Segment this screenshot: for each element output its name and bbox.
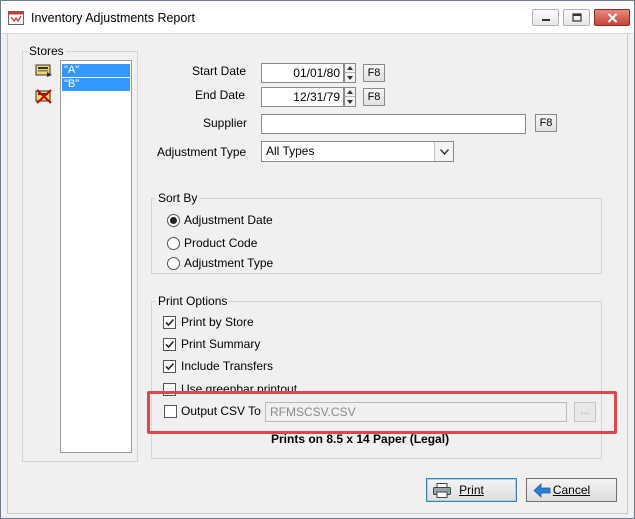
close-icon	[607, 12, 617, 23]
sort-by-legend: Sort By	[158, 191, 198, 205]
paper-size-note: Prints on 8.5 x 14 Paper (Legal)	[271, 432, 450, 446]
end-date-field[interactable]: 12/31/79	[261, 87, 344, 107]
spin-up-icon[interactable]	[345, 88, 355, 97]
end-date-f8-button[interactable]: F8	[363, 88, 385, 106]
adjustment-type-select[interactable]: All Types	[261, 141, 454, 162]
checkmark-icon	[165, 318, 175, 327]
store-excluded-icon	[35, 89, 52, 104]
end-date-spinner[interactable]	[344, 87, 356, 107]
minimize-button[interactable]	[532, 9, 559, 26]
store-list-item[interactable]: "B"	[62, 78, 130, 91]
sort-adjustment-type-radio[interactable]	[167, 257, 180, 270]
adjustment-type-label: Adjustment Type	[157, 145, 247, 159]
print-by-store-label[interactable]: Print by Store	[181, 315, 254, 329]
app-icon	[8, 11, 24, 25]
maximize-icon	[571, 13, 582, 22]
cancel-button[interactable]: Cancel	[526, 478, 617, 502]
print-by-store-checkbox[interactable]	[163, 316, 176, 329]
supplier-f8-button[interactable]: F8	[535, 114, 557, 132]
start-date-label: Start Date	[192, 64, 247, 78]
supplier-label: Supplier	[203, 116, 248, 130]
store-list[interactable]: "A" "B"	[60, 60, 132, 453]
cancel-button-label: Cancel	[552, 483, 591, 497]
checkmark-icon	[165, 340, 175, 349]
checkmark-icon	[165, 362, 175, 371]
sort-product-code-radio[interactable]	[167, 237, 180, 250]
chevron-down-icon[interactable]	[434, 142, 453, 161]
highlight-box	[147, 391, 617, 434]
title-bar: Inventory Adjustments Report	[1, 1, 634, 34]
print-summary-checkbox[interactable]	[163, 338, 176, 351]
maximize-button[interactable]	[563, 9, 590, 26]
sort-adjustment-date-label[interactable]: Adjustment Date	[184, 213, 273, 227]
spin-down-icon[interactable]	[345, 97, 355, 106]
spin-down-icon[interactable]	[345, 73, 355, 82]
print-button[interactable]: Print	[426, 478, 517, 502]
store-selected-icon	[35, 64, 52, 77]
end-date-label: End Date	[195, 88, 246, 102]
include-transfers-label[interactable]: Include Transfers	[181, 359, 273, 373]
stores-legend: Stores	[29, 44, 64, 58]
report-window: Inventory Adjustments Report Stores "A" …	[0, 0, 635, 519]
include-transfers-checkbox[interactable]	[163, 360, 176, 373]
sort-adjustment-type-label[interactable]: Adjustment Type	[184, 256, 273, 270]
start-date-f8-button[interactable]: F8	[363, 64, 385, 82]
start-date-spinner[interactable]	[344, 63, 356, 83]
spin-up-icon[interactable]	[345, 64, 355, 73]
sort-adjustment-date-radio[interactable]	[167, 214, 180, 227]
print-options-legend: Print Options	[158, 294, 228, 308]
store-list-item[interactable]: "A"	[62, 64, 130, 77]
sort-product-code-label[interactable]: Product Code	[184, 236, 257, 250]
supplier-field[interactable]	[261, 114, 526, 134]
close-button[interactable]	[594, 9, 630, 26]
print-button-label: Print	[459, 483, 484, 497]
start-date-field[interactable]: 01/01/80	[261, 63, 344, 83]
print-summary-label[interactable]: Print Summary	[181, 337, 260, 351]
window-title: Inventory Adjustments Report	[31, 11, 195, 25]
adjustment-type-value: All Types	[266, 144, 315, 158]
minimize-icon	[541, 18, 550, 21]
